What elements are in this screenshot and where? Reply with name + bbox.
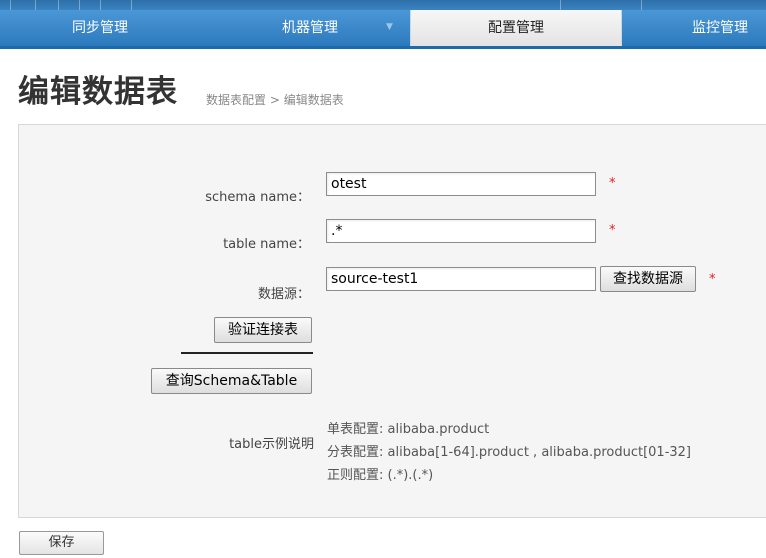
table-name-label: table name： bbox=[223, 237, 310, 252]
divider bbox=[181, 352, 313, 354]
help-line-single: 单表配置: alibaba.product bbox=[327, 422, 490, 437]
required-mark: * bbox=[609, 223, 616, 238]
breadcrumb-separator: > bbox=[269, 93, 280, 107]
breadcrumb: 数据表配置 > 编辑数据表 bbox=[206, 91, 344, 108]
nav-item-machines[interactable]: 机器管理 bbox=[210, 10, 410, 46]
breadcrumb-link-table-config[interactable]: 数据表配置 bbox=[206, 93, 266, 107]
table-example-label: table示例说明 bbox=[229, 437, 314, 452]
nav-item-sync[interactable]: 同步管理 bbox=[0, 10, 200, 46]
nav-item-monitor[interactable]: 监控管理 bbox=[620, 10, 766, 46]
banner-decoration bbox=[560, 0, 642, 10]
help-line-regex: 正则配置: (.*).(.*) bbox=[327, 468, 434, 483]
datasource-label: 数据源： bbox=[257, 287, 310, 302]
verify-table-button[interactable]: 验证连接表 bbox=[214, 317, 312, 343]
find-datasource-button[interactable]: 查找数据源 bbox=[600, 266, 696, 292]
banner-decoration bbox=[10, 0, 36, 10]
schema-name-input[interactable] bbox=[326, 172, 596, 196]
chevron-down-icon[interactable]: ▼ bbox=[386, 22, 393, 32]
header-banner-strip bbox=[0, 0, 766, 10]
main-nav: 同步管理 机器管理 ▼ 配置管理 监控管理 bbox=[0, 10, 766, 49]
query-schema-table-button[interactable]: 查询Schema&Table bbox=[151, 368, 312, 394]
required-mark: * bbox=[709, 272, 716, 287]
required-mark: * bbox=[609, 176, 616, 191]
schema-name-label: schema name： bbox=[205, 190, 310, 205]
nav-item-config[interactable]: 配置管理 bbox=[410, 10, 622, 46]
table-name-input[interactable] bbox=[326, 219, 596, 243]
breadcrumb-current: 编辑数据表 bbox=[283, 93, 344, 107]
banner-decoration bbox=[58, 0, 80, 10]
page-title: 编辑数据表 bbox=[18, 74, 178, 110]
datasource-input[interactable] bbox=[326, 267, 596, 291]
save-button[interactable]: 保存 bbox=[19, 531, 104, 555]
help-line-sharded: 分表配置: alibaba[1-64].product , alibaba.pr… bbox=[327, 445, 691, 460]
banner-decoration bbox=[100, 0, 132, 10]
